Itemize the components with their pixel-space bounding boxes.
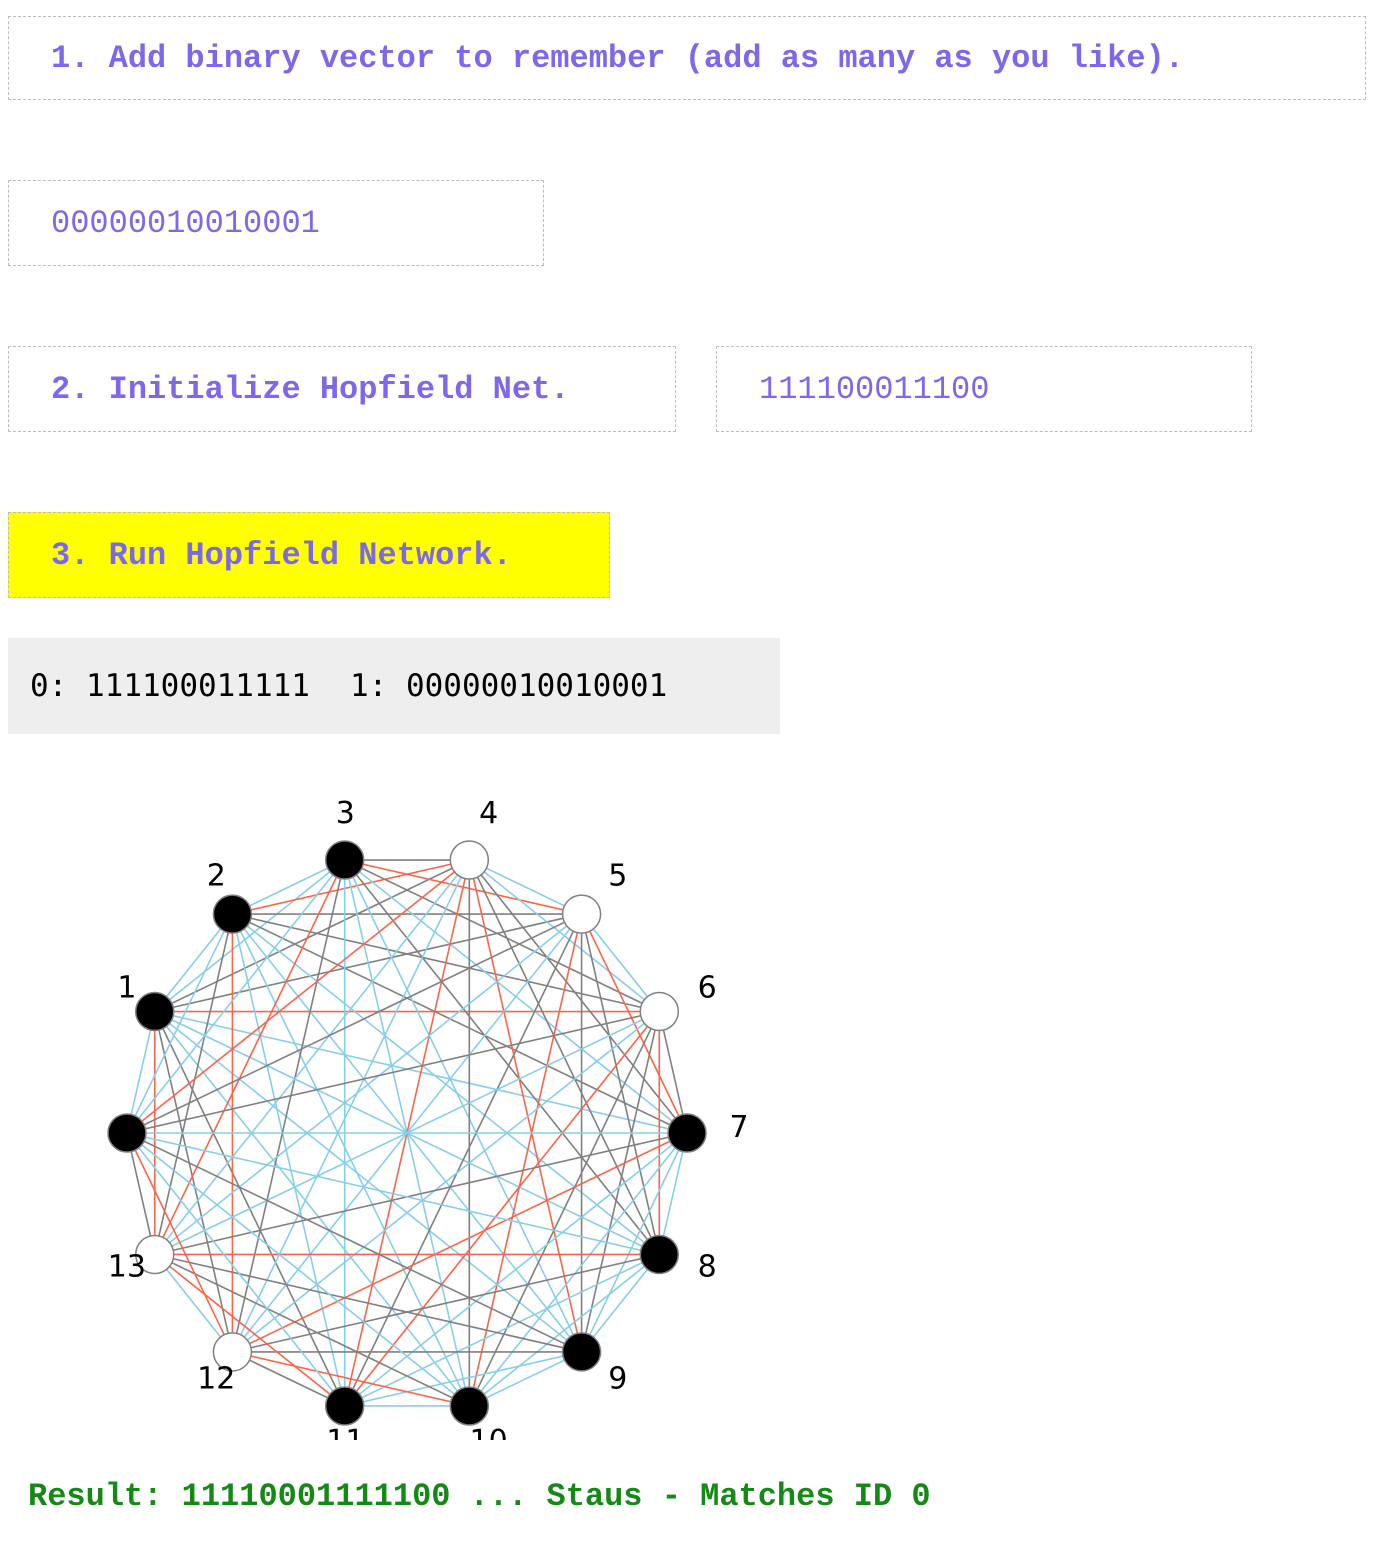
network-edge: [126, 859, 470, 1134]
memory-item: 1: 00000010010001: [349, 668, 668, 704]
hopfield-network-graph: 12345678910111213: [107, 796, 749, 1440]
network-edge: [343, 913, 583, 1407]
network-node: [667, 1113, 707, 1153]
network-edge: [344, 1011, 660, 1407]
node-label: 2: [207, 858, 226, 893]
network-edge: [231, 859, 471, 1353]
network-node: [449, 840, 490, 880]
node-label: 1: [117, 970, 136, 1005]
stored-memories: 0: 111100011111 1: 00000010010001: [8, 638, 780, 734]
network-edge: [468, 913, 583, 1407]
vector-input[interactable]: 00000010010001: [8, 180, 544, 266]
network-edge: [154, 859, 470, 1255]
node-label: 13: [108, 1250, 146, 1285]
node-label: 12: [197, 1362, 235, 1397]
initialize-net-button[interactable]: 2. Initialize Hopfield Net.: [8, 346, 676, 432]
network-node: [639, 1234, 680, 1275]
node-label: 7: [729, 1110, 748, 1145]
network-edge: [231, 859, 346, 1353]
node-label: 3: [336, 796, 355, 831]
node-label: 11: [326, 1424, 364, 1440]
network-edge: [344, 1132, 688, 1407]
network-node: [324, 840, 365, 880]
node-label: 10: [470, 1424, 508, 1440]
node-label: 4: [479, 796, 498, 831]
network-edge: [154, 1011, 470, 1407]
network-node: [449, 1386, 490, 1426]
node-label: 8: [698, 1250, 717, 1285]
network-edge: [344, 859, 660, 1255]
network-edge: [126, 1132, 470, 1407]
network-edge: [468, 859, 583, 1353]
network-node: [561, 1332, 602, 1372]
node-label: 6: [698, 970, 717, 1005]
network-edges: [126, 859, 688, 1407]
probe-input[interactable]: 111100011100: [716, 346, 1252, 432]
network-node: [134, 991, 175, 1032]
memory-item: 0: 111100011111: [30, 668, 310, 704]
node-label: 9: [608, 1362, 627, 1397]
network-node: [107, 1113, 147, 1153]
network-node: [324, 1386, 365, 1426]
network-node: [212, 894, 253, 934]
result-status: Result: 11110001111100 ... Staus - Match…: [28, 1478, 931, 1515]
run-network-button[interactable]: 3. Run Hopfield Network.: [8, 512, 610, 598]
network-node: [561, 894, 602, 934]
node-label: 5: [608, 858, 627, 893]
network-edge: [231, 913, 346, 1407]
network-edge: [154, 859, 470, 1013]
add-vector-button[interactable]: 1. Add binary vector to remember (add as…: [8, 16, 1366, 100]
network-node: [639, 991, 680, 1032]
